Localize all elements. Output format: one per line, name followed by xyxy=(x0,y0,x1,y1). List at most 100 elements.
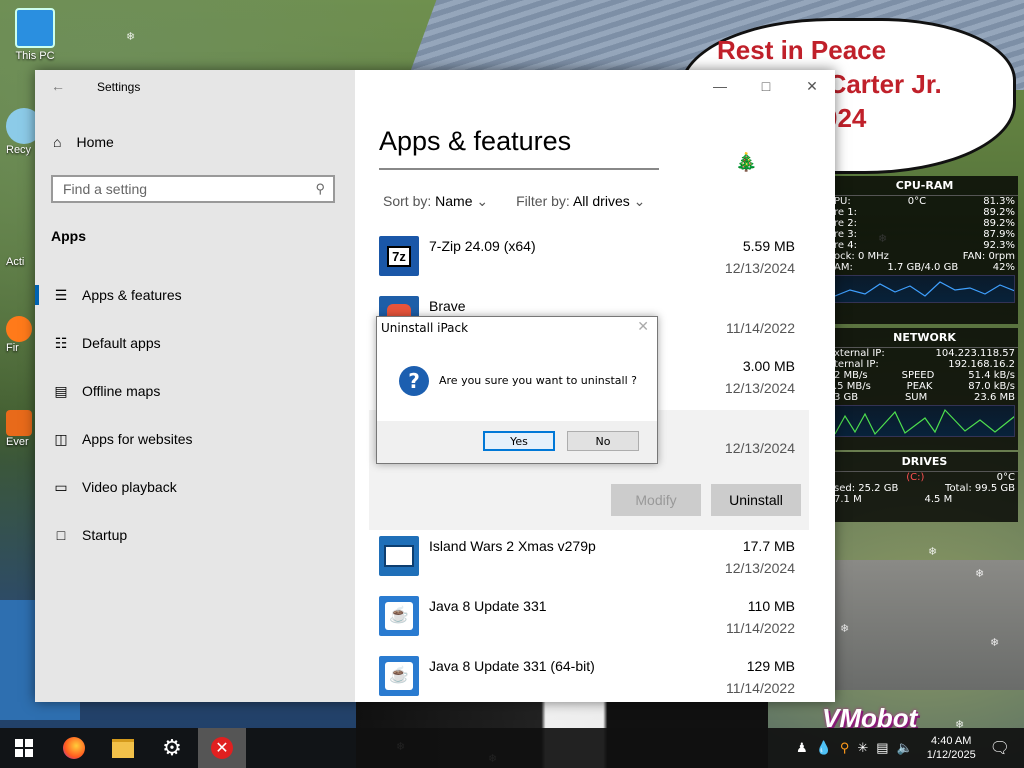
gadget-row: sed: 25.2 GB Total: 99.5 GB xyxy=(834,483,1015,494)
nav-default-apps[interactable]: ☷ Default apps xyxy=(35,326,355,360)
desktop-icon-label: Recy xyxy=(6,144,32,156)
search-input[interactable] xyxy=(61,180,316,198)
app-date: 12/13/2024 xyxy=(724,380,795,396)
app-row-island-wars[interactable]: Island Wars 2 Xmas v279p 17.7 MB 12/13/2… xyxy=(369,530,809,590)
clock-time: 4:40 AM xyxy=(931,735,972,747)
app-row-7zip[interactable]: 7z 7-Zip 24.09 (x64) 5.59 MB 12/13/2024 xyxy=(369,230,809,290)
cpu-graph xyxy=(834,275,1015,303)
snowflake-icon: ❄ xyxy=(975,568,985,580)
dialog-footer: Yes No xyxy=(377,421,657,463)
windows-icon xyxy=(15,739,33,757)
app-name: 7-Zip 24.09 (x64) xyxy=(429,238,536,254)
gadget-row: .5 MB/s PEAK 87.0 kB/s xyxy=(834,381,1015,392)
gadget-row: AM: 1.7 GB/4.0 GB 42% xyxy=(834,262,1015,273)
gear-icon: ⚙ xyxy=(162,735,182,760)
back-arrow-icon[interactable]: ← xyxy=(51,78,65,94)
computer-icon xyxy=(15,8,55,48)
yes-button[interactable]: Yes xyxy=(483,431,555,451)
network-icon[interactable]: ▤ xyxy=(876,740,888,756)
taskbar-settings[interactable]: ⚙ xyxy=(148,728,196,768)
notifications-icon[interactable]: 🗨 xyxy=(990,738,1010,758)
taskbar-firefox[interactable] xyxy=(50,728,98,768)
nav-apps-features[interactable]: ☰ Apps & features xyxy=(35,278,355,312)
app-name: Brave xyxy=(429,298,466,314)
page-title: Apps & features xyxy=(379,126,572,156)
clock[interactable]: 4:40 AM 1/12/2025 xyxy=(927,734,976,762)
firefox-icon xyxy=(63,737,85,759)
app-size: 110 MB xyxy=(747,598,795,614)
tree-icon: 🎄 xyxy=(735,152,758,172)
gadget-title: DRIVES xyxy=(831,452,1018,472)
close-icon[interactable]: ✕ xyxy=(789,70,835,102)
taskbar-explorer[interactable] xyxy=(99,728,147,768)
gadget-row: xternal IP: 104.223.118.57 xyxy=(834,348,1015,359)
app-name: Java 8 Update 331 xyxy=(429,598,547,614)
sort-dropdown[interactable]: Sort by: Name ⌄ xyxy=(383,193,488,210)
home-link[interactable]: ⌂ Home xyxy=(53,134,114,150)
search-tray-icon[interactable]: ⚲ xyxy=(840,740,850,756)
gadget-title: NETWORK xyxy=(831,328,1018,348)
section-heading: Apps xyxy=(51,228,86,244)
desktop-icon-this-pc[interactable]: This PC xyxy=(6,8,64,62)
java-icon: ☕ xyxy=(379,596,419,636)
no-button[interactable]: No xyxy=(567,431,639,451)
maximize-icon[interactable]: □ xyxy=(743,70,789,102)
gadget-row: re 1: 89.2% xyxy=(834,207,1015,218)
map-icon: ▤ xyxy=(54,382,68,399)
volume-icon[interactable]: 🔈 xyxy=(897,740,913,756)
nav-apps-for-websites[interactable]: ◫ Apps for websites xyxy=(35,422,355,456)
taskbar: ⚙ ✕ ♟ 💧 ⚲ ✳ ▤ 🔈 4:40 AM 1/12/2025 🗨 xyxy=(0,728,1024,768)
system-tray: ♟ 💧 ⚲ ✳ ▤ 🔈 4:40 AM 1/12/2025 🗨 xyxy=(792,728,1024,768)
gadget-row: ock: 0 MHz FAN: 0rpm xyxy=(834,251,1015,262)
app-row-java-64[interactable]: ☕ Java 8 Update 331 (64-bit) 129 MB 11/1… xyxy=(369,650,809,702)
nav-offline-maps[interactable]: ▤ Offline maps xyxy=(35,374,355,408)
desktop-icon-label: This PC xyxy=(15,50,55,62)
uninstall-dialog: Uninstall iPack ✕ ? Are you sure you wan… xyxy=(376,316,658,464)
nav-label: Apps for websites xyxy=(82,431,193,447)
filter-dropdown[interactable]: Filter by: All drives ⌄ xyxy=(516,193,645,210)
uninstall-button[interactable]: Uninstall xyxy=(711,484,801,516)
app-row-java[interactable]: ☕ Java 8 Update 331 110 MB 11/14/2022 xyxy=(369,590,809,650)
network-gadget: NETWORK xternal IP: 104.223.118.57 ternal… xyxy=(831,328,1018,450)
app-shortcut-icon xyxy=(6,410,32,436)
search-box[interactable]: ⚲ xyxy=(51,175,335,203)
window-title: Settings xyxy=(97,80,141,94)
window-controls: — □ ✕ xyxy=(697,70,835,102)
clock-date: 1/12/2025 xyxy=(926,749,976,761)
question-icon: ? xyxy=(399,366,429,396)
app-name: Island Wars 2 Xmas v279p xyxy=(429,538,596,554)
network-graph xyxy=(834,405,1015,437)
people-icon[interactable]: ♟ xyxy=(796,740,808,756)
app-date: 11/14/2022 xyxy=(725,320,795,336)
nav-startup[interactable]: □ Startup xyxy=(35,518,355,552)
dialog-title: Uninstall iPack xyxy=(381,321,469,335)
minimize-icon[interactable]: — xyxy=(697,70,743,102)
snowflake-icon: ❄ xyxy=(990,637,1000,649)
cpu-ram-gadget: CPU-RAM PU: 0°C 81.3% re 1: 89.2% re 2: 89.2… xyxy=(831,176,1018,324)
close-icon[interactable]: ✕ xyxy=(637,319,649,335)
list-icon: ☰ xyxy=(54,286,68,303)
settings-sidebar: ← Settings ⌂ Home ⚲ Apps ☰ Apps & featur… xyxy=(35,70,355,702)
snowflake-icon: ❄ xyxy=(840,623,850,635)
gadget-row: re 4: 92.3% xyxy=(834,240,1015,251)
modify-button[interactable]: Modify xyxy=(611,484,701,516)
search-icon: ⚲ xyxy=(315,181,325,196)
dialog-message: Are you sure you want to uninstall ? xyxy=(439,374,637,387)
title-underline xyxy=(379,168,659,170)
start-button[interactable] xyxy=(0,728,48,768)
nav-video-playback[interactable]: ▭ Video playback xyxy=(35,470,355,504)
gadget-row: 7.1 M 4.5 M xyxy=(834,494,953,505)
video-icon: ▭ xyxy=(54,478,68,495)
street-decoration xyxy=(830,560,1024,690)
snowflake-tray-icon[interactable]: ✳ xyxy=(857,740,868,756)
startup-icon: □ xyxy=(56,527,66,543)
island-wars-icon xyxy=(379,536,419,576)
drives-gadget: DRIVES (C:) 0°C sed: 25.2 GB Total: 99.5 G… xyxy=(831,452,1018,522)
app-size: 129 MB xyxy=(746,658,795,674)
app-date: 11/14/2022 xyxy=(725,680,795,696)
drop-icon[interactable]: 💧 xyxy=(816,740,832,756)
home-label: Home xyxy=(76,134,114,150)
folder-icon xyxy=(112,738,134,758)
taskbar-ipack[interactable]: ✕ xyxy=(198,728,246,768)
chevron-down-icon: ⌄ xyxy=(476,193,489,209)
